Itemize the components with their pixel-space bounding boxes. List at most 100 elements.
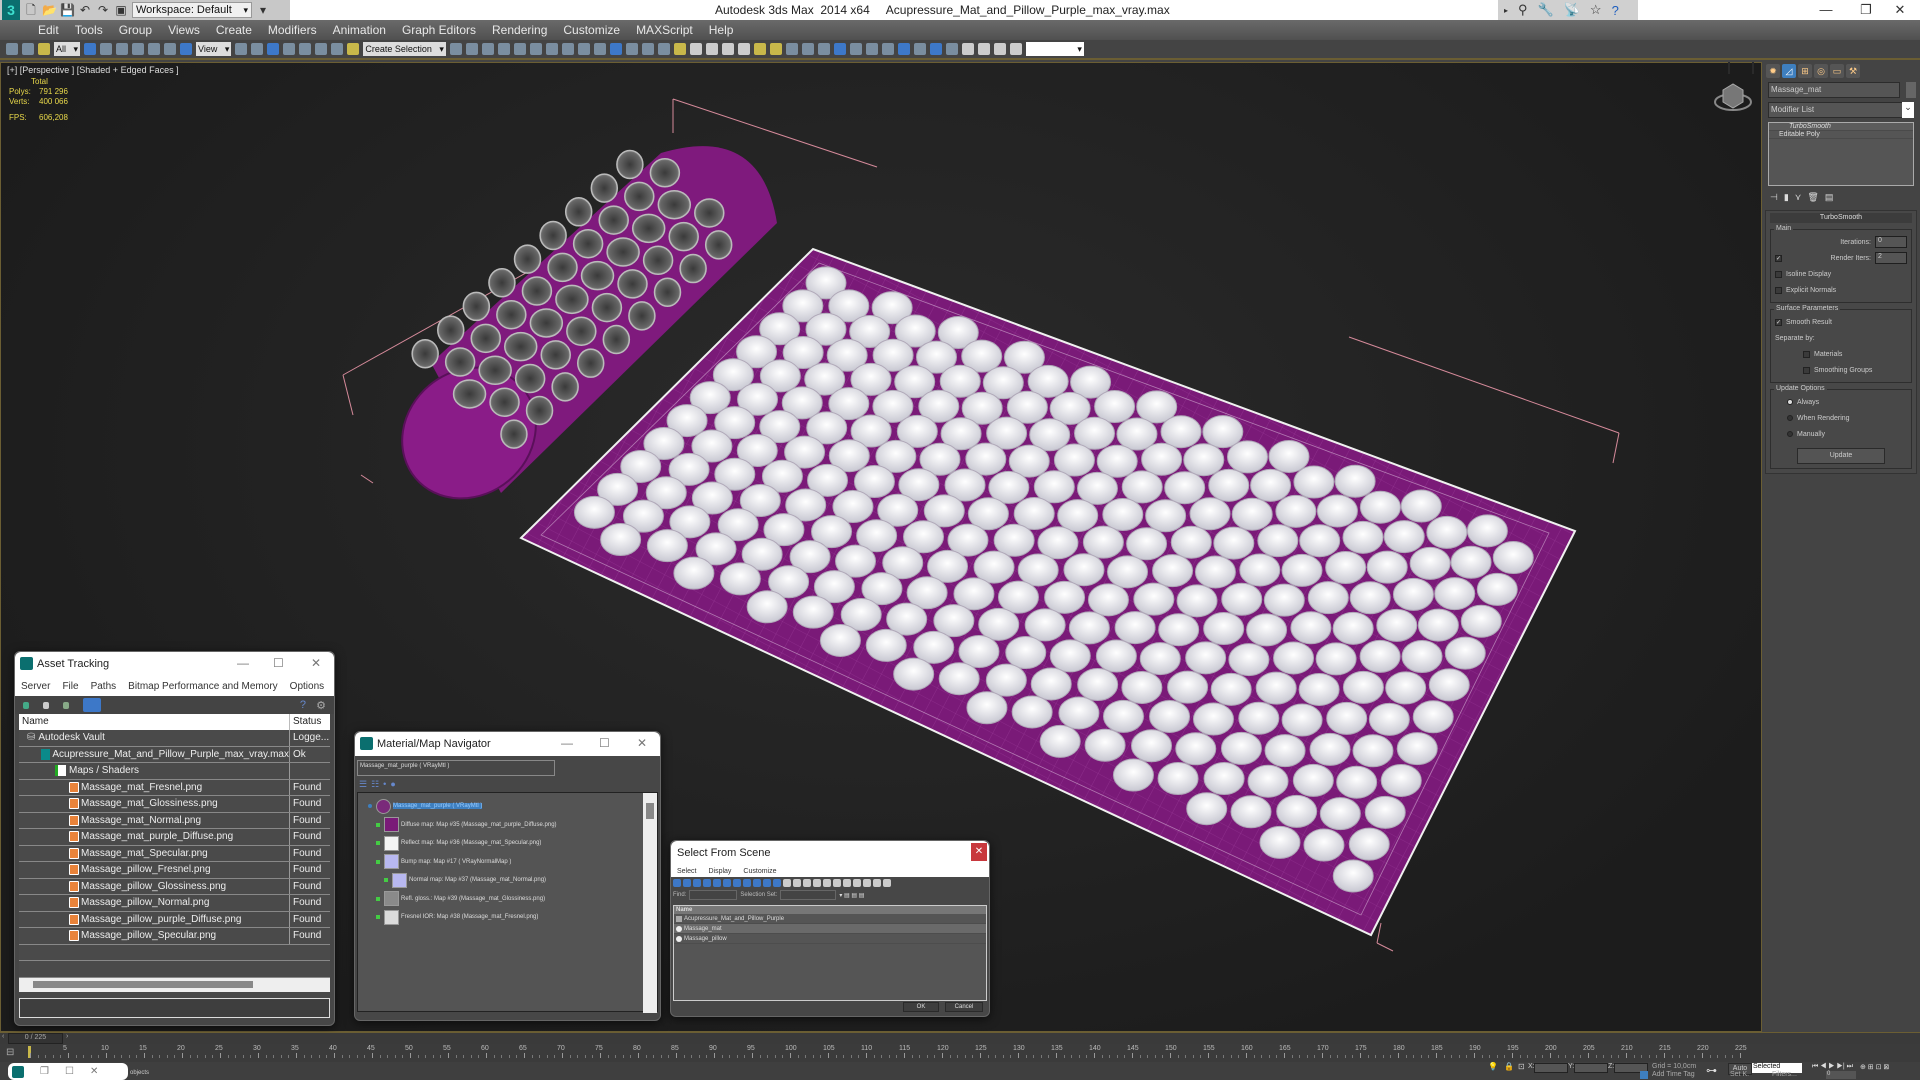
scene-object-row[interactable]: Massage_pillow bbox=[674, 934, 986, 944]
vray-teapot-icon[interactable] bbox=[721, 43, 734, 55]
current-frame-field[interactable]: 0 bbox=[1826, 1071, 1856, 1079]
when-rendering-radio[interactable] bbox=[1787, 415, 1793, 421]
utilities-tab-icon[interactable]: ⚒ bbox=[1846, 64, 1860, 78]
modify-tab-icon[interactable]: ◿ bbox=[1782, 64, 1796, 78]
new-file-icon[interactable]: 🗋 bbox=[24, 3, 38, 17]
render-setup-icon[interactable] bbox=[561, 43, 574, 55]
vray-spray-icon[interactable] bbox=[865, 43, 878, 55]
mini-curve-editor-icon[interactable]: ⊟ bbox=[6, 1047, 14, 1058]
material-tree-item[interactable]: Bump map: Map #17 ( VRayNormalMap ) bbox=[358, 853, 657, 872]
close-button[interactable]: ✕ bbox=[637, 736, 647, 750]
filter-toggle-icon[interactable] bbox=[883, 879, 891, 887]
ok-button[interactable]: OK bbox=[903, 1002, 939, 1012]
smoothing-groups-checkbox[interactable] bbox=[1803, 366, 1810, 374]
time-prev-icon[interactable]: ‹ bbox=[2, 1033, 4, 1040]
vray-toolbar-icon[interactable] bbox=[609, 43, 622, 55]
maximize-button[interactable]: ☐ bbox=[273, 656, 284, 670]
menu-customize[interactable]: Customize bbox=[555, 23, 628, 37]
vray-cone-icon[interactable] bbox=[737, 43, 750, 55]
viewport-nav-icons[interactable]: ⊕ ⊞ ⊡ ⊠ bbox=[1860, 1063, 1889, 1071]
asset-row[interactable]: Massage_pillow_Glossiness.png Found bbox=[19, 878, 330, 895]
rendered-frame-window-icon[interactable] bbox=[577, 43, 590, 55]
filter-toggle-icon[interactable] bbox=[723, 879, 731, 887]
taskbar-thumbnail[interactable]: ❐ ☐ ✕ bbox=[8, 1063, 128, 1080]
close-button[interactable]: ✕ bbox=[1880, 0, 1920, 20]
select-from-scene-titlebar[interactable]: Select From Scene ✕ bbox=[671, 841, 989, 865]
link-icon[interactable] bbox=[6, 43, 18, 55]
stack-item-turbosmooth[interactable]: TurboSmooth bbox=[1769, 123, 1913, 131]
app-menu-button[interactable]: 3 bbox=[2, 0, 20, 20]
asset-row[interactable]: Massage_mat_Glossiness.png Found bbox=[19, 796, 330, 813]
asset-row[interactable]: Massage_mat_Normal.png Found bbox=[19, 812, 330, 829]
at-menu-paths[interactable]: Paths bbox=[85, 681, 123, 692]
favorites-star-icon[interactable]: ☆ bbox=[1590, 2, 1602, 18]
vray-light-lister-icon[interactable] bbox=[641, 43, 654, 55]
vray-sphere-fade-icon[interactable] bbox=[833, 43, 846, 55]
curve-editor-icon[interactable] bbox=[513, 43, 526, 55]
add-time-tag-button[interactable]: Add Time Tag bbox=[1652, 1071, 1695, 1078]
line-style-dropdown[interactable] bbox=[1025, 42, 1084, 56]
time-tag-icon[interactable] bbox=[1640, 1071, 1648, 1079]
isoline-display-checkbox[interactable] bbox=[1775, 270, 1782, 278]
filter-toggle-icon[interactable] bbox=[703, 879, 711, 887]
asset-row[interactable]: Massage_mat_Specular.png Found bbox=[19, 845, 330, 862]
vray-ies-icon[interactable] bbox=[769, 43, 782, 55]
menu-modifiers[interactable]: Modifiers bbox=[260, 23, 325, 37]
filter-toggle-icon[interactable] bbox=[713, 879, 721, 887]
minimize-button[interactable]: — bbox=[237, 656, 249, 670]
teapot-a-icon[interactable] bbox=[977, 43, 990, 55]
restore-icon[interactable]: ❐ bbox=[40, 1066, 49, 1077]
view-list-icons-icon[interactable]: ☷ bbox=[371, 779, 379, 790]
filter-toggle-icon[interactable] bbox=[743, 879, 751, 887]
rotate-icon[interactable] bbox=[164, 43, 177, 55]
playback-controls[interactable]: ⏮ ◀ ▶ ▶| ⏭ bbox=[1812, 1063, 1853, 1071]
asset-row[interactable]: ⛁ Autodesk Vault Logge... bbox=[19, 730, 330, 747]
keyboard-shortcut-override-icon[interactable] bbox=[267, 43, 280, 55]
list-view-icon[interactable] bbox=[43, 701, 49, 709]
filter-toggle-icon[interactable] bbox=[783, 879, 791, 887]
filter-toggle-icon[interactable] bbox=[673, 879, 681, 887]
modifier-list-dropdown[interactable]: Modifier List ⌄ bbox=[1768, 102, 1914, 118]
wrench-icon[interactable]: 🔧 bbox=[1538, 2, 1554, 18]
filter-toggle-icon[interactable] bbox=[853, 879, 861, 887]
filter-toggle-icon[interactable] bbox=[803, 879, 811, 887]
close-button[interactable]: ✕ bbox=[311, 656, 321, 670]
named-selection-dropdown[interactable]: Create Selection bbox=[363, 42, 446, 56]
qat-overflow-icon[interactable]: ▾ bbox=[256, 3, 270, 17]
pivot-center-icon[interactable] bbox=[235, 43, 248, 55]
asset-row[interactable]: Massage_pillow_Specular.png Found bbox=[19, 928, 330, 945]
vray-help-icon[interactable] bbox=[961, 43, 974, 55]
vray-fur-green-icon[interactable] bbox=[849, 43, 862, 55]
workspace-dropdown[interactable]: Workspace: Default bbox=[132, 2, 252, 18]
always-radio[interactable] bbox=[1787, 399, 1793, 405]
help-icon[interactable]: ? bbox=[1612, 3, 1619, 18]
filter-toggle-icon[interactable] bbox=[753, 879, 761, 887]
at-menu-file[interactable]: File bbox=[56, 681, 84, 692]
unlink-icon[interactable] bbox=[22, 43, 34, 55]
asset-row[interactable]: Massage_pillow_Normal.png Found bbox=[19, 895, 330, 912]
asset-tracking-titlebar[interactable]: Asset Tracking — ☐ ✕ bbox=[15, 652, 334, 676]
horizontal-scrollbar[interactable] bbox=[19, 977, 330, 992]
menu-views[interactable]: Views bbox=[160, 23, 208, 37]
bind-spacewarp-icon[interactable] bbox=[38, 43, 50, 55]
viewcube[interactable] bbox=[1713, 76, 1753, 116]
cancel-button[interactable]: Cancel bbox=[945, 1002, 983, 1012]
select-by-name-icon[interactable] bbox=[100, 43, 113, 55]
filter-toggle-icon[interactable] bbox=[763, 879, 771, 887]
move-icon[interactable] bbox=[148, 43, 161, 55]
material-navigator-titlebar[interactable]: Material/Map Navigator — ☐ ✕ bbox=[355, 732, 660, 756]
vray-ball-icon[interactable] bbox=[881, 43, 894, 55]
filter-toggle-icon[interactable] bbox=[683, 879, 691, 887]
binoculars-search-icon[interactable]: ⚲ bbox=[1518, 2, 1528, 18]
vray-plane-icon[interactable] bbox=[817, 43, 830, 55]
manually-radio[interactable] bbox=[1787, 431, 1793, 437]
key-filters-button[interactable]: Filters... bbox=[1772, 1071, 1797, 1078]
view-large-icons-icon[interactable]: ● bbox=[390, 779, 395, 789]
menu-rendering[interactable]: Rendering bbox=[484, 23, 555, 37]
render-iters-spinner[interactable]: 2 bbox=[1875, 252, 1907, 264]
asset-row[interactable]: Maps / Shaders bbox=[19, 763, 330, 780]
name-column-header[interactable]: Name bbox=[19, 714, 290, 730]
rectangular-selection-icon[interactable] bbox=[116, 43, 129, 55]
snaps-toggle-icon[interactable] bbox=[283, 43, 296, 55]
render-production-icon[interactable] bbox=[593, 43, 606, 55]
